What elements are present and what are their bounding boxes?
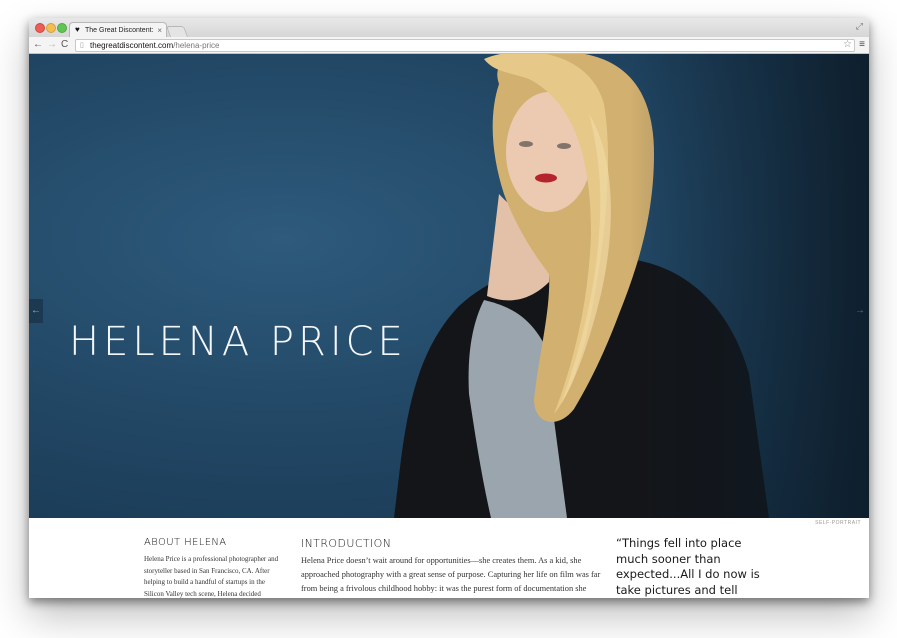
new-tab-button[interactable] — [165, 26, 189, 37]
window-maximize-button[interactable] — [57, 23, 67, 33]
url-path: /helena-price — [173, 41, 220, 50]
hero-banner: HELENA PRICE ← → — [29, 54, 869, 518]
url-domain: thegreatdiscontent.com — [90, 41, 174, 50]
forward-button[interactable]: → — [47, 39, 57, 51]
fullscreen-icon[interactable]: ⤢ — [856, 21, 863, 32]
photo-caption: SELF-PORTRAIT — [815, 520, 861, 526]
window-close-button[interactable] — [35, 23, 45, 33]
tab-strip: ♥ The Great Discontent: Helena Price × ⤢ — [29, 18, 869, 38]
tab-close-icon[interactable]: × — [157, 23, 162, 38]
url-text: thegreatdiscontent.com/helena-price — [90, 40, 219, 51]
address-bar[interactable]: ▯ thegreatdiscontent.com/helena-price ☆ — [75, 39, 855, 52]
reload-button[interactable]: C — [61, 39, 68, 51]
hero-title: HELENA PRICE — [69, 319, 407, 365]
window-minimize-button[interactable] — [46, 23, 56, 33]
back-button[interactable]: ← — [33, 39, 43, 51]
pull-quote: “Things fell into place much sooner than… — [616, 536, 760, 597]
about-text: Helena Price is a professional photograp… — [144, 555, 279, 598]
browser-window: ♥ The Great Discontent: Helena Price × ⤢… — [29, 18, 869, 598]
slide-prev-button[interactable]: ← — [29, 299, 43, 323]
page-icon: ▯ — [80, 42, 84, 49]
heart-icon: ♥ — [75, 25, 80, 34]
introduction-heading: INTRODUCTION — [301, 537, 392, 550]
browser-tab[interactable]: ♥ The Great Discontent: Helena Price × — [69, 22, 167, 38]
slide-next-button[interactable]: → — [853, 299, 867, 323]
hero-shadow — [629, 54, 869, 518]
star-icon[interactable]: ☆ — [843, 39, 852, 50]
introduction-text: Helena Price doesn’t wait around for opp… — [301, 556, 601, 593]
hamburger-menu-icon[interactable]: ≡ — [859, 39, 865, 51]
tab-title: The Great Discontent: Helena Price — [85, 27, 153, 34]
about-heading: ABOUT HELENA — [144, 537, 227, 548]
browser-toolbar: ← → C ▯ thegreatdiscontent.com/helena-pr… — [29, 37, 869, 54]
